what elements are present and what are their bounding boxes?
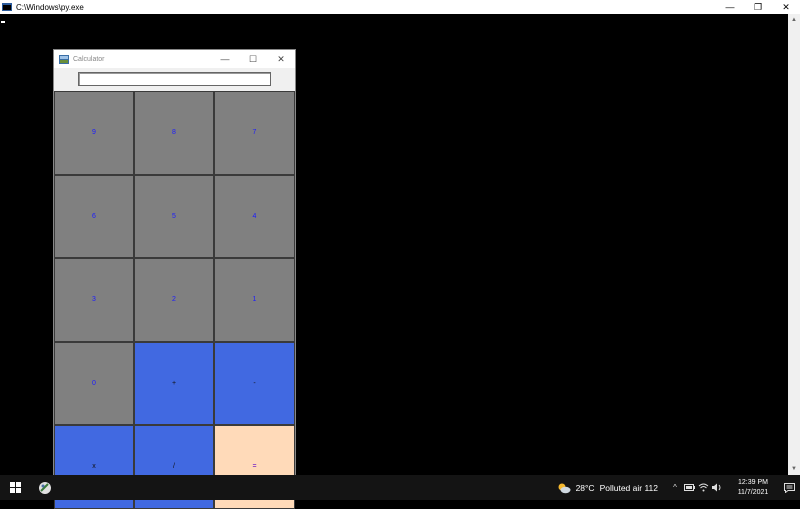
key-button[interactable]: 6 [54, 174, 134, 258]
weather-condition: Polluted air 112 [599, 482, 658, 493]
python-app-icon [39, 481, 51, 494]
key-button[interactable]: 9 [54, 91, 134, 175]
start-button[interactable] [0, 475, 30, 500]
key-button[interactable]: + [134, 341, 214, 425]
python-console-icon [2, 3, 12, 11]
weather-widget[interactable]: 28°C Polluted air 112 [557, 482, 658, 494]
action-center-button[interactable] [778, 475, 800, 500]
calculator-title: Calculator [73, 55, 105, 63]
clock-time: 12:39 PM [738, 478, 768, 486]
key-button[interactable]: - [214, 341, 295, 425]
calculator-window: Calculator — ☐ ✕ 9 8 7 6 5 4 3 2 1 0 + - x / = [53, 49, 296, 509]
key-button[interactable]: 8 [134, 91, 214, 175]
scroll-up-icon[interactable]: ▲ [790, 16, 798, 24]
taskbar: 28°C Polluted air 112 ^ 12:39 PM 11/7/20… [0, 475, 800, 500]
keypad: 9 8 7 6 5 4 3 2 1 0 + - x / = [54, 91, 295, 509]
weather-temp: 28°C [575, 482, 595, 493]
calculator-display-input[interactable] [78, 72, 271, 86]
scroll-down-icon[interactable]: ▼ [790, 465, 798, 473]
show-hidden-icons-chevron-icon[interactable]: ^ [668, 475, 682, 500]
notification-icon [783, 482, 795, 493]
system-tray: 28°C Polluted air 112 ^ 12:39 PM 11/7/20… [557, 475, 800, 500]
key-button[interactable]: 0 [54, 341, 134, 425]
calculator-close-button[interactable]: ✕ [267, 50, 295, 68]
calculator-titlebar[interactable]: Calculator — ☐ ✕ [54, 50, 295, 68]
entry-row [54, 68, 295, 90]
key-button[interactable]: 3 [54, 258, 134, 342]
calculator-maximize-button[interactable]: ☐ [239, 50, 267, 68]
key-button[interactable]: 1 [214, 258, 295, 342]
windows-logo-icon [9, 482, 21, 493]
clock[interactable]: 12:39 PM 11/7/2021 [728, 478, 778, 498]
console-title: C:\Windows\py.exe [16, 2, 84, 12]
tk-feather-icon [59, 54, 69, 64]
console-scrollbar[interactable]: ▲ ▼ [788, 14, 800, 475]
console-restore-button[interactable]: ❐ [744, 0, 772, 14]
calculator-minimize-button[interactable]: — [211, 50, 239, 68]
key-button[interactable]: 4 [214, 174, 295, 258]
key-button[interactable]: 5 [134, 174, 214, 258]
console-minimize-button[interactable]: — [716, 0, 744, 14]
console-titlebar[interactable]: C:\Windows\py.exe — ❐ ✕ [0, 0, 800, 14]
key-button[interactable]: 2 [134, 258, 214, 342]
key-button[interactable]: 7 [214, 91, 295, 175]
text-cursor [1, 21, 5, 23]
clock-date: 11/7/2021 [737, 488, 769, 496]
taskbar-python-app[interactable] [30, 475, 60, 500]
wifi-icon[interactable] [696, 475, 710, 500]
partly-cloudy-icon [558, 483, 571, 493]
battery-icon[interactable] [682, 475, 696, 500]
console-close-button[interactable]: ✕ [772, 0, 800, 14]
volume-icon[interactable] [710, 475, 724, 500]
